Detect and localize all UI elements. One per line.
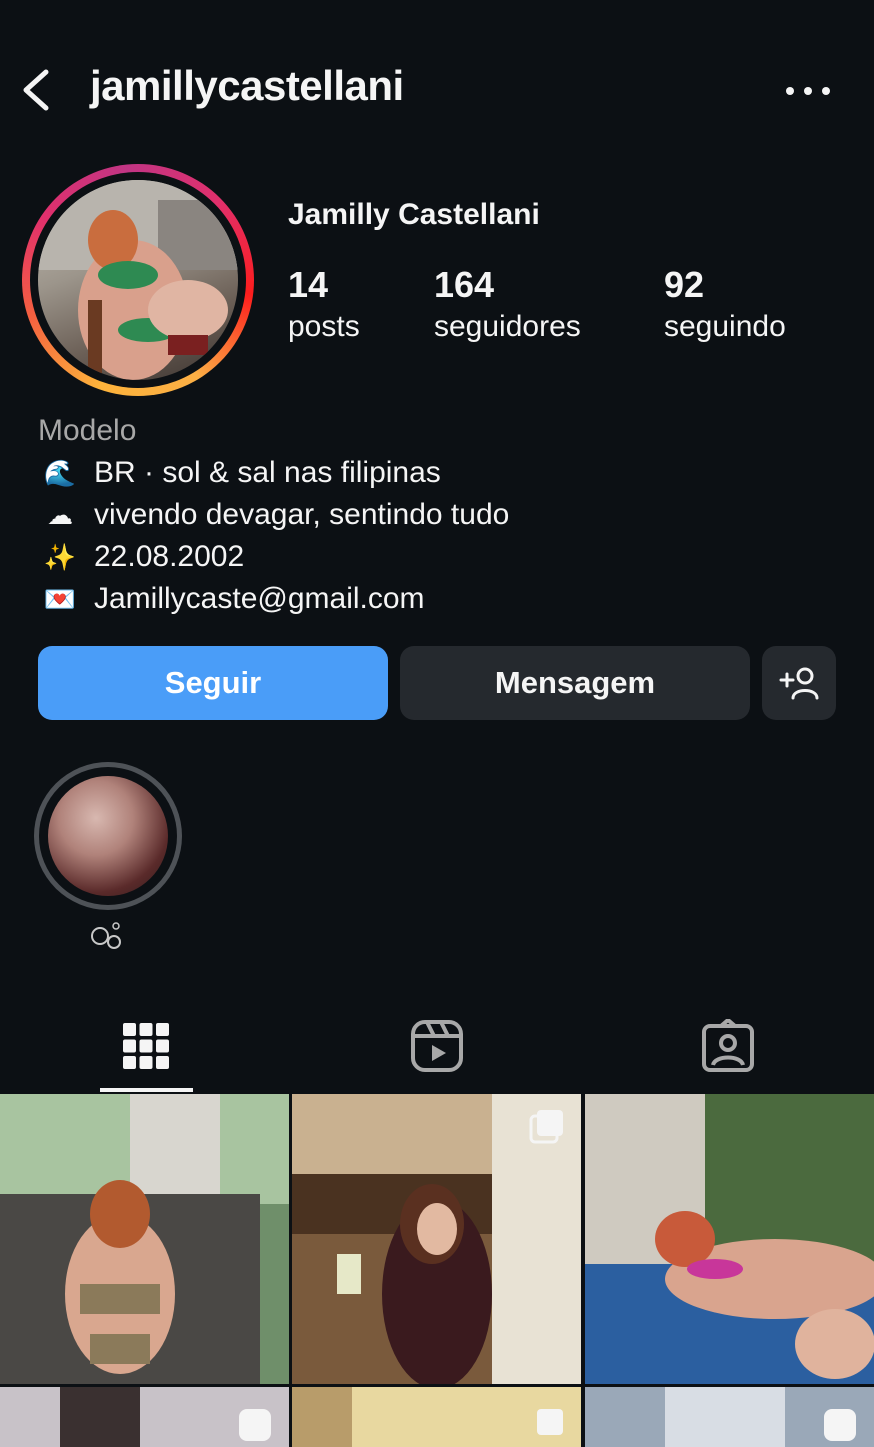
grid-icon [122,1023,169,1069]
post-thumbnail[interactable] [0,1094,289,1384]
stat-value: 92 [664,264,705,305]
bio-line: ✨ 22.08.2002 [38,536,509,578]
profile-username: jamillycastellani [90,62,404,109]
add-person-icon [779,667,819,700]
bubbles-icon [91,922,121,949]
chevron-left-icon[interactable] [18,66,58,114]
follow-button[interactable]: Seguir [38,646,388,720]
stat-value: 14 [288,264,329,305]
tagged-icon [701,1019,754,1072]
bio-line: 🌊 BR · sol & sal nas filipinas [38,452,509,494]
stat-followers[interactable]: 164 seguidores [434,264,581,344]
stat-value: 164 [434,264,495,305]
wave-emoji: 🌊 [43,458,77,488]
story-highlight[interactable] [34,762,182,910]
sparkles-emoji: ✨ [43,542,77,572]
reels-icon [824,1409,856,1441]
cloud-emoji: ☁ [47,500,73,530]
avatar-photo [38,180,238,380]
stat-label: posts [288,310,360,343]
carousel-icon [529,1110,563,1144]
highlight-cover [48,776,168,896]
stat-posts[interactable]: 14 posts [288,264,360,344]
profile-category: Modelo [38,414,137,447]
top-bar: jamillycastellani [0,0,874,180]
message-button[interactable]: Mensagem [400,646,750,720]
post-thumbnail[interactable] [585,1094,874,1384]
bio-email-link[interactable]: Jamillycaste@gmail.com [94,578,425,620]
tab-tagged[interactable] [582,1000,873,1092]
profile-bio: Modelo 🌊 BR · sol & sal nas filipinas ☁ … [38,410,509,620]
stat-label: seguidores [434,310,581,343]
bio-line[interactable]: 💌 Jamillycaste@gmail.com [38,578,509,620]
bio-line: ☁ vivendo devagar, sentindo tudo [38,494,509,536]
stat-label: seguindo [664,310,786,343]
bio-text: 22.08.2002 [94,540,245,573]
profile-full-name: Jamilly Castellani [288,198,540,231]
post-thumbnail[interactable] [292,1387,581,1447]
suggest-people-button[interactable] [762,646,836,720]
reels-icon [239,1409,271,1441]
bio-text: vivendo devagar, sentindo tudo [94,498,510,531]
bio-text: BR · sol & sal nas filipinas [94,456,441,489]
love-letter-emoji: 💌 [43,584,77,614]
stat-following[interactable]: 92 seguindo [664,264,786,344]
reels-icon [410,1020,463,1072]
carousel-icon [537,1409,563,1435]
post-thumbnail[interactable] [585,1387,874,1447]
post-thumbnail[interactable] [292,1094,581,1384]
ellipsis-icon[interactable] [786,84,830,98]
post-thumbnail[interactable] [0,1387,289,1447]
tab-reels[interactable] [291,1000,582,1092]
tab-posts[interactable] [0,1000,291,1092]
profile-avatar[interactable] [22,164,254,396]
profile-tabs [0,1000,874,1092]
active-tab-indicator [100,1088,193,1092]
